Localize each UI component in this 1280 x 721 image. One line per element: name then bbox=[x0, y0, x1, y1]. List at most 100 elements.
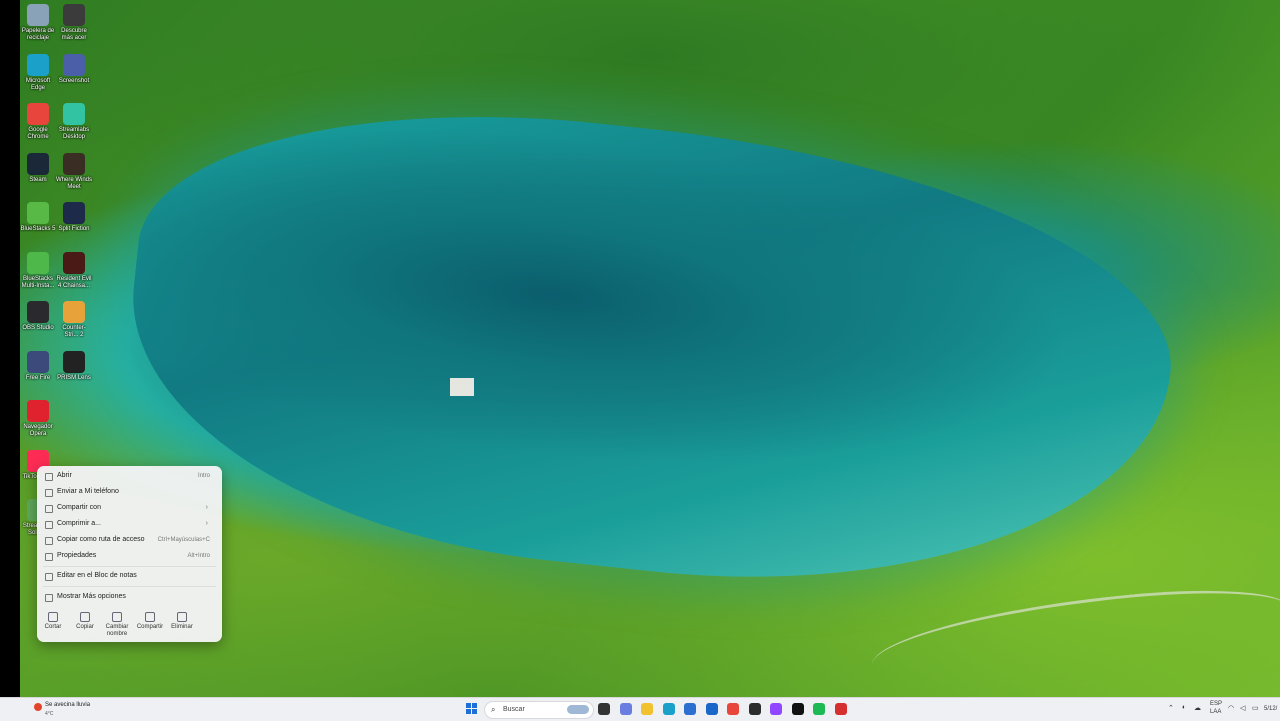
context-menu: Abrir Intro Enviar a Mi teléfono Compart… bbox=[37, 466, 222, 642]
wifi-icon[interactable]: ◠ bbox=[1228, 704, 1234, 712]
tiktok-icon[interactable] bbox=[791, 703, 804, 715]
desktop-icon-label: Navegador Opera bbox=[23, 424, 53, 437]
desktop-icon[interactable]: Streamlabs Desktop bbox=[56, 103, 92, 141]
delete-button[interactable]: Eliminar bbox=[167, 612, 197, 631]
desktop-icon-label: Split Fiction bbox=[58, 226, 90, 232]
bluestacks-icon bbox=[27, 202, 49, 224]
open-icon bbox=[45, 473, 53, 481]
copy-icon bbox=[80, 612, 90, 622]
menu-divider bbox=[43, 566, 216, 567]
desktop-icon-label: Counter-Stri... 2 bbox=[62, 325, 86, 338]
menu-item-more-options[interactable]: Mostrar Más opciones bbox=[43, 590, 216, 604]
chrome-icon[interactable] bbox=[727, 703, 739, 715]
copilot-icon[interactable] bbox=[619, 703, 632, 715]
share-icon bbox=[145, 612, 155, 622]
desktop-icon[interactable]: Google Chrome bbox=[20, 103, 56, 141]
share-button[interactable]: Compartir bbox=[135, 612, 165, 631]
more-options-icon bbox=[45, 594, 53, 602]
system-tray: ⌃ ◐ ☁ ESP LAA ◠ ◁ ▭ 5/12/ bbox=[1160, 698, 1280, 721]
menu-item-copy-path[interactable]: Copiar como ruta de acceso Ctrl+Mayúscul… bbox=[43, 533, 216, 547]
copy-button[interactable]: Copiar bbox=[70, 612, 100, 631]
start-button[interactable] bbox=[466, 703, 478, 715]
screenshot-icon bbox=[63, 53, 85, 76]
rename-icon bbox=[112, 612, 122, 622]
desktop-icon-label: OBS Studio bbox=[22, 325, 54, 331]
desktop-icon[interactable]: BlueStacks 5 bbox=[20, 202, 56, 233]
desktop-icon[interactable]: Free Fire bbox=[20, 350, 56, 382]
free-fire-icon bbox=[27, 350, 49, 373]
menu-item-properties[interactable]: Propiedades Alt+Intro bbox=[43, 549, 216, 563]
menu-item-share-with[interactable]: Compartir con › bbox=[43, 501, 216, 515]
desktop-icon[interactable]: Descubre más acer bbox=[56, 4, 92, 42]
battery-icon[interactable]: ▭ bbox=[1252, 704, 1259, 712]
keyboard-indicator[interactable]: LAA bbox=[1210, 709, 1221, 715]
desktop-icon[interactable]: Resident Evil 4 Chainsa... bbox=[56, 251, 92, 290]
desktop-icon[interactable]: Where Winds Meet bbox=[56, 152, 93, 191]
wallpaper-path bbox=[867, 578, 1280, 695]
left-black-bar bbox=[0, 0, 20, 697]
acer-discover-icon bbox=[63, 4, 85, 26]
wallpaper-raft bbox=[450, 378, 474, 396]
search-icon: ⌕ bbox=[491, 705, 496, 714]
task-view-icon[interactable] bbox=[598, 703, 610, 715]
bluestacks-multi-icon bbox=[27, 251, 49, 274]
desktop-icon[interactable]: Split Fiction bbox=[56, 202, 92, 233]
cut-icon bbox=[48, 612, 58, 622]
desktop-icon[interactable]: PRISM Lens bbox=[56, 350, 92, 382]
desktop-icon[interactable]: OBS Studio bbox=[20, 301, 56, 332]
volume-icon[interactable]: ◁ bbox=[1240, 704, 1245, 712]
desktop-icon-label: Papelera de reciclaje bbox=[21, 28, 55, 41]
desktop-icon[interactable]: BlueStacks Multi-Insta... bbox=[20, 251, 56, 290]
streamlabs-icon bbox=[63, 103, 85, 125]
desktop-icon-label: BlueStacks 5 bbox=[20, 226, 56, 232]
clock-date[interactable]: 5/12/ bbox=[1264, 706, 1277, 712]
properties-icon bbox=[45, 553, 53, 561]
desktop-icon-label: PRISM Lens bbox=[57, 374, 91, 381]
menu-item-send-to-phone[interactable]: Enviar a Mi teléfono bbox=[43, 485, 216, 499]
menu-item-edit-notepad[interactable]: Editar en el Bloc de notas bbox=[43, 569, 216, 583]
cut-button[interactable]: Cortar bbox=[38, 612, 68, 631]
menu-item-open[interactable]: Abrir Intro bbox=[43, 469, 216, 483]
share-with-icon bbox=[45, 505, 53, 513]
desktop-icon[interactable]: Screenshot bbox=[56, 53, 92, 85]
desktop-icon[interactable]: Papelera de reciclaje bbox=[20, 4, 56, 42]
prism-lens-icon bbox=[63, 350, 85, 373]
terminal-icon[interactable] bbox=[748, 703, 761, 715]
network-icon[interactable]: ◐ bbox=[1182, 704, 1186, 711]
where-winds-meet-icon bbox=[63, 152, 85, 175]
windows-logo-icon bbox=[466, 703, 471, 708]
desktop-icon-label: Steam bbox=[29, 176, 47, 183]
edge-icon[interactable] bbox=[662, 703, 675, 715]
phone-icon bbox=[45, 489, 53, 497]
wallpaper-lake bbox=[109, 76, 1191, 624]
chrome-icon bbox=[27, 103, 49, 125]
language-indicator[interactable]: ESP bbox=[1210, 701, 1222, 707]
record-icon[interactable] bbox=[834, 703, 847, 715]
weather-widget[interactable]: Se avecina lluvia 4°C bbox=[30, 701, 120, 719]
desktop-icon-label: Google Chrome bbox=[27, 127, 49, 140]
desktop-icon[interactable]: Steam bbox=[20, 152, 56, 184]
rename-button[interactable]: Cambiar nombre bbox=[102, 612, 132, 638]
desktop-icon[interactable]: Counter-Stri... 2 bbox=[56, 301, 92, 339]
chevron-up-icon[interactable]: ⌃ bbox=[1168, 704, 1174, 712]
desktop-icon-label: Microsoft Edge bbox=[25, 77, 51, 91]
desktop-icon-label: Descubre más acer bbox=[61, 28, 87, 41]
file-explorer-icon[interactable] bbox=[641, 703, 653, 715]
notepad-icon bbox=[45, 573, 53, 581]
taskbar-search[interactable]: ⌕ Buscar bbox=[484, 701, 594, 719]
delete-icon bbox=[177, 612, 187, 622]
recycle-bin-icon bbox=[27, 4, 49, 26]
spotify-icon[interactable] bbox=[813, 703, 825, 715]
desktop-icon-label: Where Winds Meet bbox=[56, 176, 93, 190]
desktop-icon[interactable]: Navegador Opera bbox=[20, 400, 56, 438]
desktop-icon[interactable]: Microsoft Edge bbox=[20, 53, 56, 92]
chevron-right-icon: › bbox=[205, 504, 208, 511]
onedrive-icon[interactable]: ☁ bbox=[1194, 704, 1201, 712]
menu-item-compress[interactable]: Comprimir a... › bbox=[43, 517, 216, 531]
opera-icon bbox=[27, 400, 49, 422]
edge-icon bbox=[27, 53, 49, 76]
mail-icon[interactable] bbox=[705, 703, 718, 715]
desktop-icon-label: Streamlabs Desktop bbox=[58, 127, 90, 140]
twitch-icon[interactable] bbox=[770, 703, 782, 715]
store-icon[interactable] bbox=[684, 703, 696, 715]
